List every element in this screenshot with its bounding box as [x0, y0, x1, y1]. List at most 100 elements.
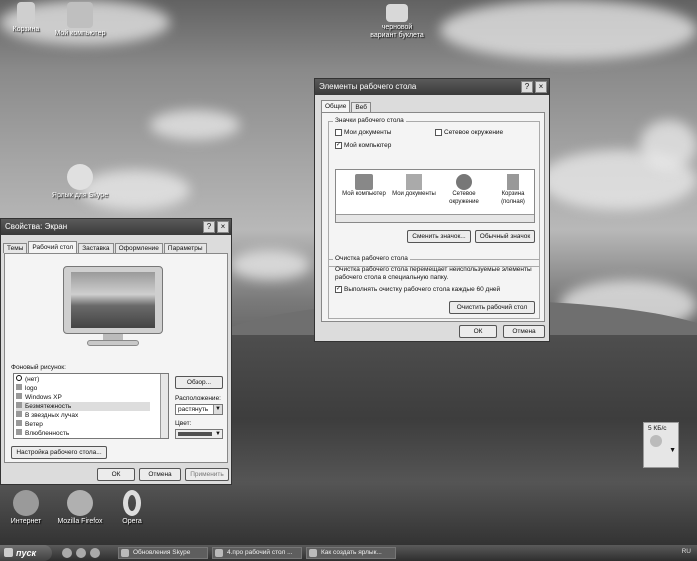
default-icon-button[interactable]: Обычный значок: [475, 230, 535, 243]
horizontal-scrollbar[interactable]: [336, 214, 534, 222]
taskbar-item-shortcut-article[interactable]: Как создать ярлык...: [306, 547, 396, 559]
color-picker-button[interactable]: ▼: [175, 429, 223, 439]
taskbar-item-desktop-doc[interactable]: 4.про рабочий стол ...: [212, 547, 302, 559]
change-icon-button[interactable]: Сменить значок...: [407, 230, 471, 243]
icon-preview-list[interactable]: Мой компьютер Мои документы Сетевое окру…: [335, 169, 535, 223]
skype-shortcut-desktop-icon[interactable]: Ярлык для Skype: [40, 164, 120, 200]
monitor-preview: [63, 266, 163, 350]
language-indicator[interactable]: RU: [682, 548, 691, 555]
taskbar: пуск Обновления Skype 4.про рабочий стол…: [0, 545, 697, 561]
background-listbox[interactable]: (нет) logo Windows XP Безмятежность В зв…: [13, 373, 169, 439]
chevron-down-icon[interactable]: ▼: [213, 405, 222, 414]
checkbox-checked: ✓: [335, 142, 342, 149]
tab-desktop[interactable]: Рабочий стол: [28, 241, 78, 253]
tab-screensaver[interactable]: Заставка: [78, 243, 114, 253]
network-icon: [456, 174, 472, 190]
checkbox-box: [335, 129, 342, 136]
desktop-cleanup-group-label: Очистка рабочего стола: [333, 255, 410, 262]
computer-icon: [355, 174, 373, 190]
close-button[interactable]: ×: [217, 221, 229, 233]
my-computer-desktop-icon[interactable]: Мой компьютер: [40, 2, 120, 38]
desktop-icons-group-label: Значки рабочего стола: [333, 117, 406, 124]
recycle-bin-full-icon: [507, 174, 519, 190]
list-item[interactable]: logo: [16, 384, 37, 393]
cancel-button[interactable]: Отмена: [139, 468, 181, 481]
preview-item-recycle-bin-full[interactable]: Корзина (полная): [490, 174, 536, 206]
position-label: Расположение:: [175, 395, 221, 402]
tab-settings[interactable]: Параметры: [163, 243, 207, 253]
recycle-bin-icon: [17, 2, 35, 24]
my-documents-checkbox[interactable]: Мои документы: [335, 129, 391, 137]
list-item[interactable]: Ветер: [16, 420, 43, 429]
ok-button[interactable]: ОК: [97, 468, 135, 481]
tab-appearance[interactable]: Оформление: [114, 243, 163, 253]
image-file-icon: [16, 429, 22, 435]
chevron-down-icon[interactable]: ▼: [669, 447, 676, 454]
none-icon: [16, 375, 22, 381]
color-swatch: [178, 432, 212, 436]
image-file-icon: [16, 402, 22, 408]
close-button[interactable]: ×: [535, 81, 547, 93]
listbox-scrollbar[interactable]: [160, 374, 168, 438]
preview-item-my-computer[interactable]: Мой компьютер: [340, 174, 388, 198]
preview-item-my-documents[interactable]: Мои документы: [390, 174, 438, 198]
draft-folder-desktop-icon[interactable]: черновой вариант буклета: [357, 4, 437, 40]
quicklaunch-opera-icon[interactable]: [90, 548, 100, 558]
cleanup-every-60-days-checkbox[interactable]: ✓ Выполнять очистку рабочего стола каждые…: [335, 286, 500, 294]
color-label: Цвет:: [175, 420, 192, 427]
background-label: Фоновый рисунок:: [11, 364, 66, 371]
image-file-icon: [16, 420, 22, 426]
display-properties-window: Свойства: Экран ? × Темы Рабочий стол За…: [0, 218, 232, 485]
checkbox-box: [435, 129, 442, 136]
documents-icon: [406, 174, 422, 190]
apply-button[interactable]: Применить: [185, 468, 229, 481]
network-places-checkbox[interactable]: Сетевое окружение: [435, 129, 503, 137]
computer-icon: [67, 2, 93, 28]
firefox-icon: [67, 490, 93, 516]
list-item[interactable]: Влюбленность: [16, 429, 69, 438]
cleanup-desktop-button[interactable]: Очистить рабочий стол: [449, 301, 535, 314]
my-computer-checkbox[interactable]: ✓ Мой компьютер: [335, 142, 391, 150]
checkbox-checked: ✓: [335, 286, 342, 293]
start-button[interactable]: пуск: [0, 545, 52, 561]
speed-label: 5 КБ/с: [648, 425, 667, 432]
skype-icon: [121, 549, 129, 557]
browser-icon: [309, 549, 317, 557]
image-file-icon: [16, 384, 22, 390]
tab-web[interactable]: Веб: [351, 102, 371, 112]
list-item-selected[interactable]: Безмятежность: [16, 402, 150, 411]
folder-icon: [386, 4, 408, 22]
help-button[interactable]: ?: [521, 81, 533, 93]
customize-desktop-button[interactable]: Настройка рабочего стола...: [11, 446, 107, 459]
opera-icon: [123, 490, 141, 516]
position-select[interactable]: растянуть ▼: [175, 404, 223, 415]
cancel-button[interactable]: Отмена: [503, 325, 545, 338]
list-item[interactable]: Windows XP: [16, 393, 62, 402]
image-file-icon: [16, 411, 22, 417]
taskbar-item-skype-updates[interactable]: Обновления Skype: [118, 547, 208, 559]
chevron-down-icon: ▼: [215, 431, 221, 437]
quicklaunch-chrome-icon[interactable]: [62, 548, 72, 558]
display-properties-titlebar[interactable]: Свойства: Экран ? ×: [1, 219, 231, 235]
help-button[interactable]: ?: [203, 221, 215, 233]
tab-themes[interactable]: Темы: [3, 243, 28, 253]
desktop-items-window: Элементы рабочего стола ? × Общие Веб Зн…: [314, 78, 550, 342]
browse-button[interactable]: Обзор...: [175, 376, 223, 389]
preview-item-network[interactable]: Сетевое окружение: [440, 174, 488, 206]
desktop-tab-panel: Фоновый рисунок: (нет) logo Windows XP Б…: [4, 253, 228, 463]
general-tab-panel: Значки рабочего стола Мои документы Сете…: [321, 112, 545, 322]
tab-general[interactable]: Общие: [321, 100, 351, 112]
display-properties-title: Свойства: Экран: [5, 222, 68, 231]
desktop-items-titlebar[interactable]: Элементы рабочего стола ? ×: [315, 79, 549, 95]
opera-label: Opera: [122, 518, 142, 525]
ok-button[interactable]: ОК: [459, 325, 497, 338]
quicklaunch-firefox-icon[interactable]: [76, 548, 86, 558]
wallpaper-preview-image: [71, 272, 155, 328]
image-file-icon: [16, 393, 22, 399]
list-item[interactable]: В звездных лучах: [16, 411, 78, 420]
network-speed-gadget[interactable]: 5 КБ/с ▼: [643, 422, 679, 468]
opera-desktop-icon[interactable]: Opera: [92, 490, 172, 526]
cleanup-description: Очистка рабочего стола перемещает неиспо…: [335, 266, 532, 281]
desktop-icons-group: Значки рабочего стола Мои документы Сете…: [328, 117, 540, 267]
list-item[interactable]: (нет): [16, 375, 39, 384]
